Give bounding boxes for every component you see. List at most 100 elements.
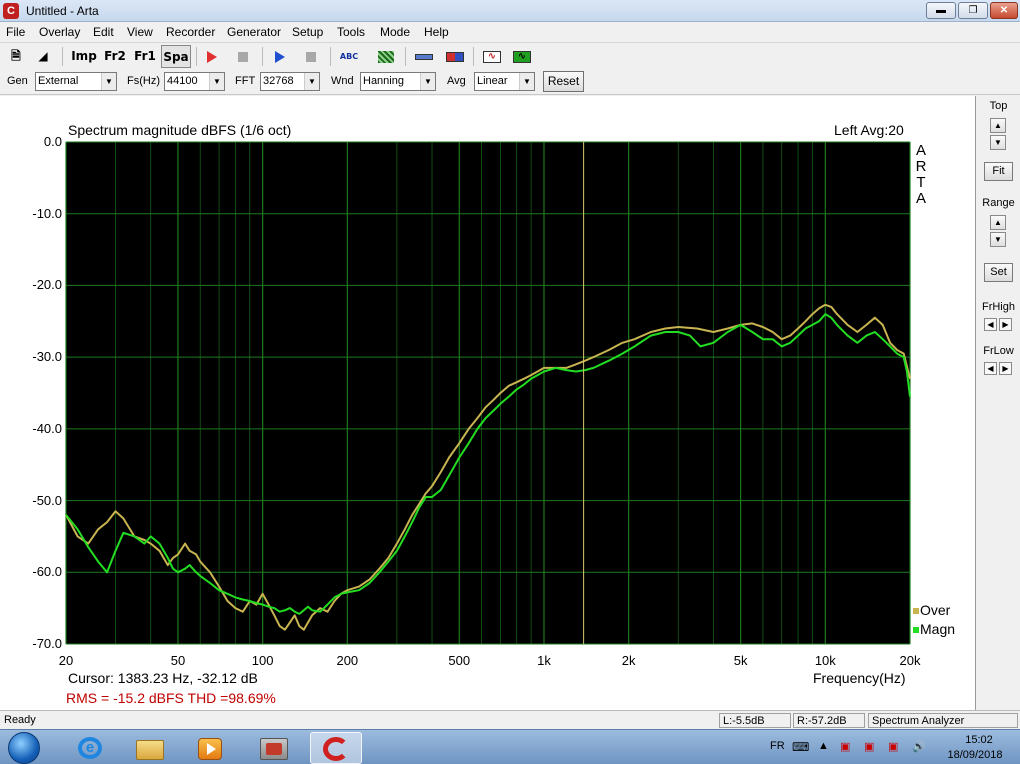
- record-stop-icon[interactable]: [233, 45, 253, 68]
- minimize-button[interactable]: ▬: [926, 2, 956, 19]
- language-indicator[interactable]: FR: [770, 740, 785, 752]
- keyboard-icon[interactable]: ⌨: [792, 740, 809, 754]
- window-select[interactable]: Hanning ▼: [360, 72, 436, 91]
- hatch-icon[interactable]: [374, 45, 398, 68]
- menu-mode[interactable]: Mode: [380, 25, 410, 39]
- clock-time[interactable]: 15:02: [959, 734, 999, 746]
- generator-play-icon[interactable]: [270, 45, 290, 68]
- legend-swatch: [913, 627, 919, 634]
- frlow-label: FrLow: [983, 345, 1014, 357]
- play-blue-icon: [275, 50, 285, 63]
- logo-letter: T: [916, 174, 926, 191]
- gen-select[interactable]: External ▼: [35, 72, 117, 91]
- logo-letter: A: [915, 190, 926, 207]
- close-button[interactable]: ✕: [990, 2, 1018, 19]
- abc-edit-icon[interactable]: ABC: [337, 45, 361, 68]
- multi-meter-icon[interactable]: [443, 45, 467, 68]
- tray-expand-icon[interactable]: ▲: [818, 740, 829, 752]
- record-play-icon[interactable]: [202, 45, 222, 68]
- network-icon[interactable]: ▣: [840, 740, 850, 753]
- device-icon[interactable]: ▣: [864, 740, 874, 753]
- fr1-mode-button[interactable]: Fr1: [131, 45, 159, 68]
- frlow-left-button[interactable]: ◀: [984, 362, 997, 375]
- windows-start-icon[interactable]: [8, 732, 40, 764]
- status-bar: Ready L:-5.5dB R:-57.2dB Spectrum Analyz…: [0, 710, 1020, 729]
- legend-label: Over: [920, 602, 951, 618]
- reset-button[interactable]: Reset: [543, 71, 584, 92]
- y-tick-label: -70.0: [32, 636, 62, 651]
- top-down-button[interactable]: ▼: [990, 135, 1006, 150]
- logo-letter: A: [915, 142, 926, 159]
- frhigh-right-button[interactable]: ▶: [999, 318, 1012, 331]
- y-tick-label: -20.0: [32, 277, 62, 293]
- scope-icon[interactable]: ∿: [510, 45, 534, 68]
- impulse-mode-button[interactable]: Imp: [70, 45, 98, 68]
- window-title: Untitled - Arta: [26, 4, 99, 18]
- menu-recorder[interactable]: Recorder: [166, 25, 215, 39]
- fft-label: FFT: [235, 75, 256, 87]
- avg-select[interactable]: Linear ▼: [474, 72, 535, 91]
- x-tick-label: 1k: [537, 653, 551, 668]
- x-tick-label: 5k: [733, 653, 748, 668]
- arta-taskbar-icon[interactable]: [310, 732, 362, 764]
- legend-item-magn: Magn: [913, 621, 955, 637]
- fs-label: Fs(Hz): [127, 75, 160, 87]
- y-tick-label: -50.0: [32, 492, 62, 508]
- menu-bar: File Overlay Edit View Recorder Generato…: [0, 22, 1020, 42]
- channel-average-label: Left Avg:20: [834, 122, 904, 138]
- cursor-readout: Cursor: 1383.23 Hz, -32.12 dB: [68, 670, 258, 686]
- x-tick-label: 500: [448, 653, 471, 668]
- range-up-button[interactable]: ▲: [990, 215, 1006, 230]
- legend-item-over: Over: [913, 602, 950, 618]
- toolbar-separator: [330, 47, 331, 66]
- y-tick-label: -10.0: [32, 205, 62, 221]
- clock-date[interactable]: 18/09/2018: [940, 749, 1010, 761]
- fs-select[interactable]: 44100 ▼: [164, 72, 225, 91]
- x-tick-label: 10k: [814, 653, 836, 668]
- chevron-down-icon: ▼: [304, 73, 319, 90]
- arta-logo-icon[interactable]: C: [3, 3, 19, 19]
- plot-title: Spectrum magnitude dBFS (1/6 oct): [68, 122, 292, 138]
- toolbox-app-icon[interactable]: [248, 732, 300, 764]
- menu-tools[interactable]: Tools: [337, 25, 365, 39]
- fft-select[interactable]: 32768 ▼: [260, 72, 320, 91]
- frhigh-left-button[interactable]: ◀: [984, 318, 997, 331]
- set-button[interactable]: Set: [984, 263, 1013, 282]
- logo-letter: R: [915, 158, 927, 175]
- menu-generator[interactable]: Generator: [227, 25, 281, 39]
- menu-edit[interactable]: Edit: [93, 25, 114, 39]
- menu-setup[interactable]: Setup: [292, 25, 323, 39]
- file-explorer-icon[interactable]: [124, 732, 176, 764]
- spectrum-mode-button[interactable]: Spa: [161, 45, 191, 68]
- fft-value: 32768: [263, 75, 294, 87]
- media-player-icon[interactable]: [184, 732, 236, 764]
- volume-icon[interactable]: 🔊: [912, 740, 926, 753]
- range-down-button[interactable]: ▼: [990, 232, 1006, 247]
- monitor-icon[interactable]: ▣: [888, 740, 898, 753]
- spectrum-chart[interactable]: [0, 96, 975, 710]
- left-level: L:-5.5dB: [719, 713, 791, 728]
- gen-label: Gen: [7, 75, 28, 87]
- chevron-down-icon: ▼: [209, 73, 224, 90]
- internet-explorer-icon[interactable]: e: [64, 732, 116, 764]
- level-meter-icon[interactable]: [412, 45, 436, 68]
- fr2-mode-button[interactable]: Fr2: [101, 45, 129, 68]
- generator-stop-icon[interactable]: [301, 45, 321, 68]
- fit-button[interactable]: Fit: [984, 162, 1013, 181]
- arta-watermark: A R T A: [914, 143, 928, 207]
- menu-help[interactable]: Help: [424, 25, 449, 39]
- plot-panel: Spectrum magnitude dBFS (1/6 oct) Left A…: [0, 96, 976, 710]
- frlow-right-button[interactable]: ▶: [999, 362, 1012, 375]
- top-up-button[interactable]: ▲: [990, 118, 1006, 133]
- legend-swatch: [913, 608, 919, 615]
- y-tick-label: -40.0: [32, 420, 62, 436]
- menu-overlay[interactable]: Overlay: [39, 25, 80, 39]
- open-arrow-icon[interactable]: ◢: [33, 45, 53, 68]
- menu-file[interactable]: File: [6, 25, 25, 39]
- new-file-icon[interactable]: 🗎: [6, 45, 26, 68]
- menu-view[interactable]: View: [127, 25, 153, 39]
- toolbar-separator: [262, 47, 263, 66]
- y-tick-label: -60.0: [32, 564, 62, 580]
- waveform-icon[interactable]: ∿: [480, 45, 504, 68]
- maximize-button[interactable]: ❐: [958, 2, 988, 19]
